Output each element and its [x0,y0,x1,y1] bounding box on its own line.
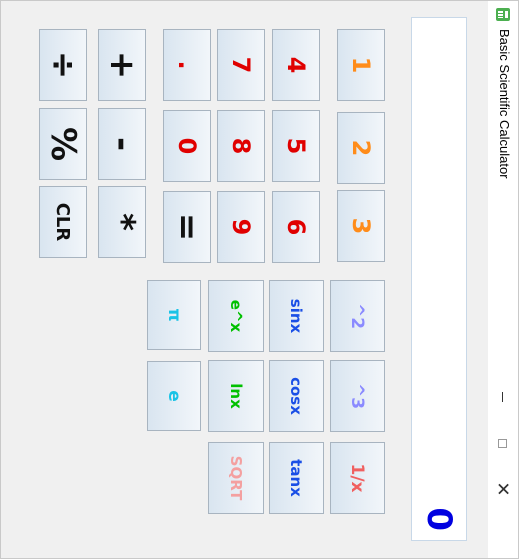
close-icon: ✕ [493,481,513,497]
tan-button[interactable]: tanx [269,442,324,514]
window-title: Basic Scientific Calculator [497,29,512,179]
minimize-icon [502,392,504,402]
maximize-button[interactable] [488,420,518,466]
result-display: 0 [411,17,467,541]
digit-1-button[interactable]: 1 [337,29,385,101]
multiply-button[interactable]: * [98,186,146,258]
plus-button[interactable]: + [98,29,146,101]
euler-button[interactable]: e [147,361,201,431]
display-value: 0 [419,507,459,531]
close-button[interactable]: ✕ [488,466,518,512]
digit-4-button[interactable]: 4 [272,29,320,101]
clear-button[interactable]: CLR [39,186,87,258]
exp-button[interactable]: e^x [208,280,264,352]
equals-button[interactable]: = [163,191,211,263]
digit-9-button[interactable]: 9 [217,191,265,263]
square-button[interactable]: ^2 [330,280,385,352]
digit-3-button[interactable]: 3 [337,190,385,262]
ln-button[interactable]: lnx [208,360,264,432]
divide-button[interactable]: ÷ [39,29,87,101]
reciprocal-button[interactable]: 1/x [330,442,385,514]
screen: Basic Scientific Calculator ✕ 0 ^2 ^3 1/… [0,0,519,559]
digit-7-button[interactable]: 7 [217,29,265,101]
digit-0-button[interactable]: 0 [163,110,211,182]
digit-5-button[interactable]: 5 [272,110,320,182]
sin-button[interactable]: sinx [269,280,324,352]
digit-6-button[interactable]: 6 [272,191,320,263]
minus-button[interactable]: - [98,108,146,180]
cube-button[interactable]: ^3 [330,360,385,432]
pi-button[interactable]: π [147,280,201,350]
percent-button[interactable]: % [39,108,87,180]
sqrt-button[interactable]: SQRT [208,442,264,514]
digit-8-button[interactable]: 8 [217,110,265,182]
digit-2-button[interactable]: 2 [337,112,385,184]
minimize-button[interactable] [488,374,518,420]
calculator-window: Basic Scientific Calculator ✕ 0 ^2 ^3 1/… [0,0,519,559]
cos-button[interactable]: cosx [269,360,324,432]
title-bar[interactable]: Basic Scientific Calculator ✕ [488,1,518,558]
decimal-point-button[interactable]: . [163,29,211,101]
maximize-icon [498,438,508,448]
calculator-app-icon [496,8,510,21]
